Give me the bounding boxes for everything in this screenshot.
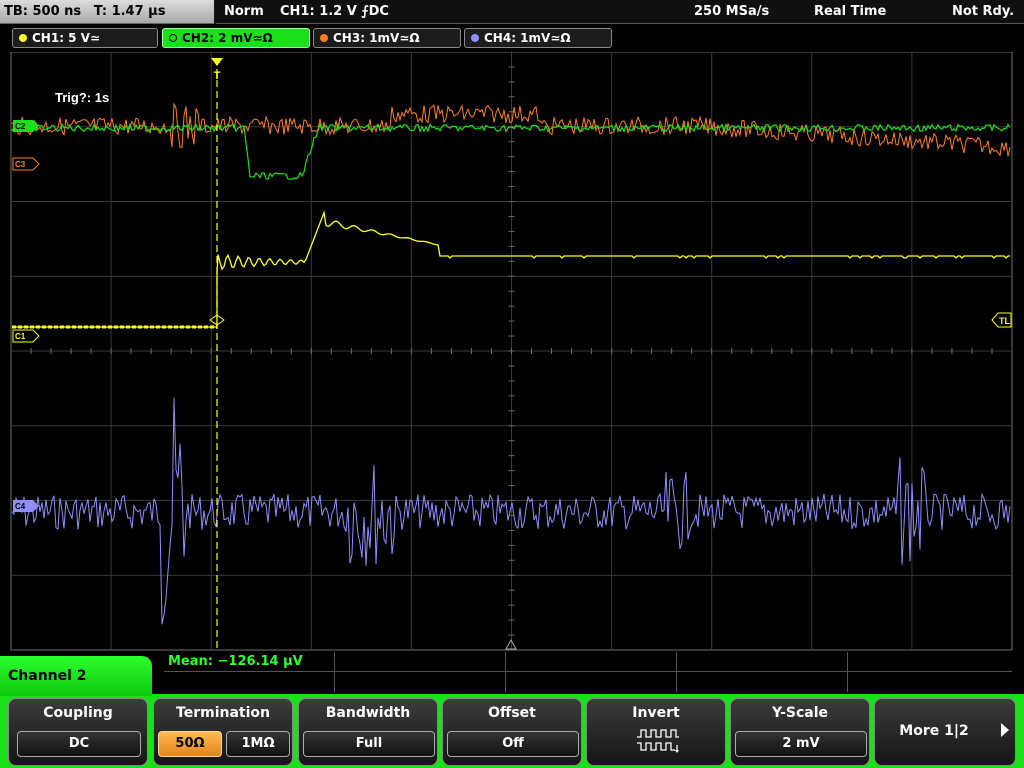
tab-ch2[interactable]: CH2: 2 mV≃Ω <box>162 28 310 48</box>
ch1-label: CH1: 5 V≃ <box>32 31 101 45</box>
coupling-value[interactable]: DC <box>17 731 141 757</box>
offset-value[interactable]: Off <box>447 731 579 757</box>
status-bar: TB: 500 ns T: 1.47 µs Norm CH1: 1.2 V ⨍D… <box>0 0 1024 24</box>
coupling-title: Coupling <box>43 705 113 721</box>
termination-1m-ohm[interactable]: 1MΩ <box>226 731 290 757</box>
y-scale-value[interactable]: 2 mV <box>735 731 867 757</box>
mean-measurement: Mean: −126.14 µV <box>168 654 303 669</box>
ch4-label: CH4: 1mV≃Ω <box>484 31 571 45</box>
waveform-graticule[interactable]: T TL C3 C2 C1 C4 Trig?: 1s <box>0 52 1024 652</box>
y-scale-softkey[interactable]: Y-Scale 2 mV <box>730 698 870 766</box>
menu-title: Channel 2 <box>0 656 152 696</box>
termination-title: Termination <box>176 705 270 721</box>
offset-title: Offset <box>488 705 536 721</box>
ch1-color-dot <box>19 34 27 42</box>
trigger-status-label: Trig?: 1s <box>55 90 109 105</box>
offset-softkey[interactable]: Offset Off <box>442 698 582 766</box>
measurement-cell <box>506 652 677 692</box>
trigger-level-label: TL <box>999 316 1010 326</box>
trigger-mode: Norm <box>224 4 264 19</box>
invert-icon <box>637 729 679 753</box>
coupling-softkey[interactable]: Coupling DC <box>8 698 148 766</box>
ch2-color-dot <box>169 34 177 42</box>
trigger-time-value: T: 1.47 µs <box>93 4 166 19</box>
c2-reference-label: C2 <box>15 122 26 131</box>
invert-title: Invert <box>632 705 680 721</box>
tab-ch4[interactable]: CH4: 1mV≃Ω <box>464 28 612 48</box>
measurement-cell <box>677 652 848 692</box>
invert-softkey[interactable]: Invert <box>586 698 726 766</box>
next-page-arrow-icon <box>1001 723 1009 737</box>
more-softkey[interactable]: More 1|2 <box>874 698 1016 766</box>
c4-reference-label: C4 <box>15 502 26 511</box>
timebase-box[interactable]: TB: 500 ns T: 1.47 µs <box>0 0 214 24</box>
bandwidth-softkey[interactable]: Bandwidth Full <box>298 698 438 766</box>
trigger-setting: CH1: 1.2 V ⨍DC <box>280 4 389 19</box>
c3-reference-label: C3 <box>15 160 26 169</box>
measurement-cell <box>335 652 506 692</box>
more-label: More 1|2 <box>899 723 969 739</box>
c1-reference-label: C1 <box>15 332 26 341</box>
measurement-cell <box>848 652 1012 692</box>
trigger-status[interactable]: Norm CH1: 1.2 V ⨍DC 250 MSa/s Real Time … <box>216 0 1024 24</box>
waveform-display[interactable]: T TL C3 C2 C1 C4 Trig?: 1s <box>0 52 1024 652</box>
y-scale-title: Y-Scale <box>771 705 828 721</box>
tab-ch3[interactable]: CH3: 1mV≃Ω <box>313 28 461 48</box>
ch4-color-dot <box>471 34 479 42</box>
tab-ch1[interactable]: CH1: 5 V≃ <box>12 28 158 48</box>
termination-softkey[interactable]: Termination 50Ω 1MΩ <box>153 698 293 766</box>
ready-state: Not Rdy. <box>952 4 1015 19</box>
bandwidth-value[interactable]: Full <box>303 731 435 757</box>
bandwidth-title: Bandwidth <box>325 705 411 721</box>
acquisition-mode: Real Time <box>814 4 887 19</box>
measurement-panel[interactable]: Mean: −126.14 µV <box>164 652 1012 692</box>
ch3-label: CH3: 1mV≃Ω <box>333 31 420 45</box>
ch3-color-dot <box>320 34 328 42</box>
timebase-value: TB: 500 ns <box>4 4 82 19</box>
ch2-label: CH2: 2 mV≃Ω <box>182 31 273 45</box>
termination-50-ohm[interactable]: 50Ω <box>158 731 222 757</box>
sample-rate: 250 MSa/s <box>694 4 770 19</box>
trigger-position-label: T <box>214 70 221 82</box>
